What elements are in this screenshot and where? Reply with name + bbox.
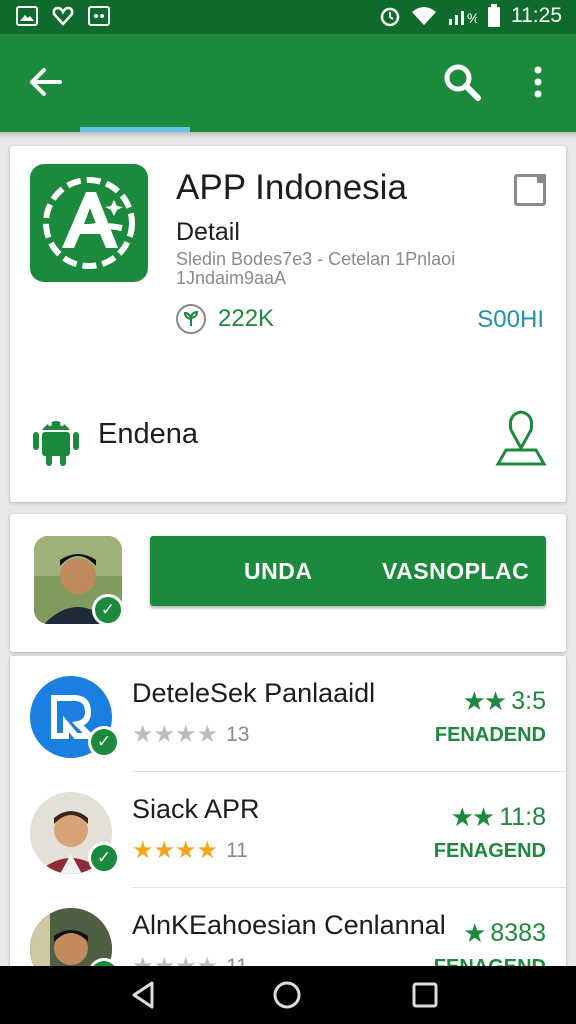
item-rating-count: 11 bbox=[226, 838, 248, 862]
sprout-icon bbox=[176, 304, 206, 334]
status-bar: % 11:25 bbox=[0, 0, 576, 34]
item-score-value: 11:8 bbox=[499, 803, 546, 831]
app-size: S00HI bbox=[477, 306, 544, 333]
star-icon: ★ bbox=[463, 918, 486, 948]
item-title: DeteleSek Panlaaidl bbox=[132, 678, 376, 708]
item-tag: FENADEND bbox=[434, 724, 546, 746]
signal-icon: % bbox=[449, 10, 477, 26]
item-score: ★★ 3:5 bbox=[463, 686, 546, 717]
bookmark-icon bbox=[537, 174, 546, 183]
back-button[interactable] bbox=[22, 60, 70, 104]
gamepad-icon bbox=[88, 6, 110, 26]
heart-icon bbox=[52, 6, 74, 26]
system-nav-bar bbox=[0, 966, 576, 1024]
android-icon bbox=[33, 421, 79, 466]
search-button[interactable] bbox=[438, 58, 486, 106]
action-label-left: UNDA bbox=[244, 558, 313, 584]
platform-row: Endena bbox=[28, 408, 548, 468]
wifi-icon bbox=[412, 7, 436, 25]
app-title: APP Indonesia bbox=[176, 168, 407, 207]
circle-home-icon bbox=[273, 981, 301, 1009]
square-recents-icon bbox=[412, 982, 438, 1008]
app-logo-icon bbox=[43, 177, 135, 269]
item-rating: ★★★★ 13 bbox=[132, 720, 249, 749]
app-bar-shadow bbox=[0, 132, 576, 138]
item-title: AlnKEahoesian Cenlannal bbox=[132, 910, 446, 940]
platform-label: Endena bbox=[98, 418, 198, 450]
verified-badge-icon: ✓ bbox=[92, 594, 124, 626]
action-card: ✓ UNDA VASNOPLAC bbox=[10, 514, 566, 652]
star-icon: ★★★★ bbox=[132, 837, 219, 864]
nav-back-button[interactable] bbox=[126, 978, 160, 1012]
bookmark-button[interactable] bbox=[514, 174, 546, 206]
triangle-back-icon bbox=[132, 981, 154, 1009]
app-bar bbox=[0, 34, 576, 132]
more-vertical-icon bbox=[534, 66, 542, 98]
star-icon: ★★★★ bbox=[132, 721, 219, 748]
star-icon: ★★ bbox=[450, 802, 496, 832]
action-label-right: VASNOPLAC bbox=[382, 558, 530, 584]
item-score-value: 3:5 bbox=[511, 687, 546, 715]
item-score: ★ 8383 bbox=[463, 918, 546, 949]
map-pin-icon bbox=[495, 410, 547, 466]
location-button[interactable] bbox=[494, 408, 548, 468]
item-rating-count: 13 bbox=[226, 722, 250, 746]
item-title: Siack APR bbox=[132, 794, 260, 824]
back-arrow-icon bbox=[30, 68, 62, 96]
search-icon bbox=[444, 64, 481, 101]
battery-icon bbox=[488, 4, 500, 27]
verified-badge-icon: ✓ bbox=[88, 842, 120, 874]
item-tag: FENAGEND bbox=[433, 840, 546, 862]
image-icon bbox=[16, 6, 38, 26]
item-score-value: 8383 bbox=[490, 919, 546, 947]
app-description: Sledin Bodes7e3 - Cetelan 1Pnlaoi 1Jndai… bbox=[176, 249, 456, 288]
alarm-icon bbox=[380, 7, 400, 27]
notification-icons bbox=[16, 6, 110, 26]
app-detail-card: APP Indonesia Detail Sledin Bodes7e3 - C… bbox=[10, 146, 566, 502]
list-item[interactable]: ✓ DeteleSek Panlaaidl ★★★★ 13 ★★ 3:5 FEN… bbox=[10, 656, 566, 772]
nav-recents-button[interactable] bbox=[408, 978, 442, 1012]
star-icon: ★★ bbox=[462, 686, 508, 716]
download-count: 222K bbox=[218, 305, 275, 332]
verified-badge-icon: ✓ bbox=[88, 726, 120, 758]
list-item[interactable]: ✓ Siack APR ★★★★ 11 ★★ 11:8 FENAGEND bbox=[10, 772, 566, 888]
item-rating: ★★★★ 11 bbox=[132, 836, 248, 865]
app-logo[interactable] bbox=[30, 164, 148, 282]
system-icons: % 11:25 bbox=[379, 4, 562, 28]
nav-home-button[interactable] bbox=[270, 978, 304, 1012]
rating-row: 222K bbox=[176, 304, 274, 334]
app-subtitle: Detail bbox=[176, 218, 240, 246]
more-options-button[interactable] bbox=[520, 58, 556, 106]
primary-action-button[interactable]: UNDA VASNOPLAC bbox=[150, 536, 546, 606]
item-score: ★★ 11:8 bbox=[451, 802, 546, 833]
related-apps-list: ✓ DeteleSek Panlaaidl ★★★★ 13 ★★ 3:5 FEN… bbox=[10, 656, 566, 986]
clock: 11:25 bbox=[511, 4, 562, 27]
svg-text:%: % bbox=[467, 10, 477, 26]
